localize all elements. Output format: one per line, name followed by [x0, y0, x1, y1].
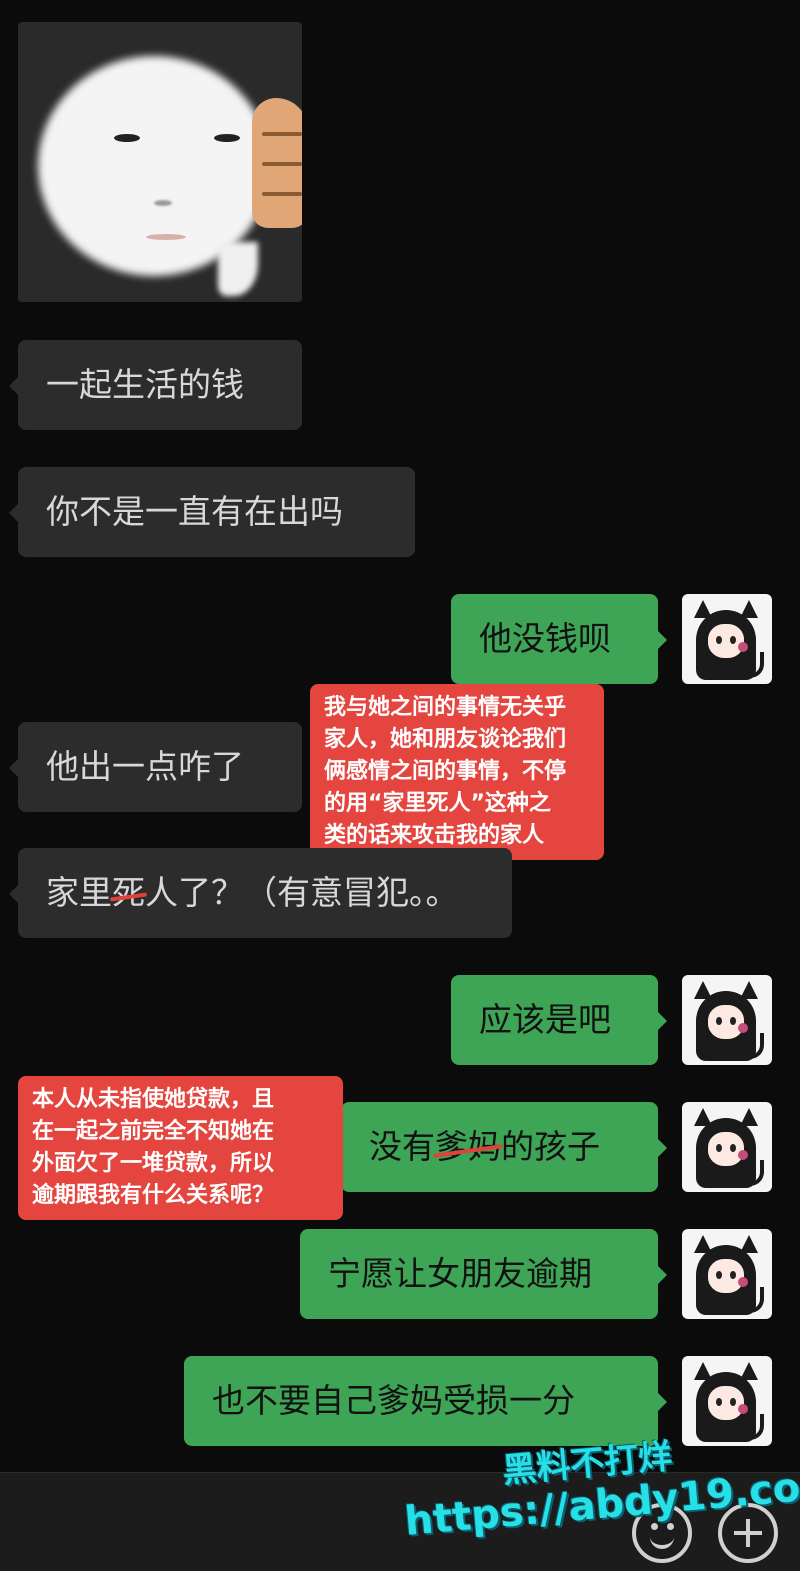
plus-bar-vertical — [746, 1519, 750, 1547]
message-text: 你不是一直有在出吗 — [46, 492, 343, 531]
avatar-cat-tail — [748, 1287, 764, 1313]
avatar-bow — [738, 1404, 748, 1414]
message-text-part: 家里 — [46, 873, 112, 912]
user-avatar[interactable] — [682, 1356, 772, 1446]
note-line: 我与她之间的事情无关乎 — [324, 695, 567, 720]
sticker-eye-right — [214, 134, 240, 142]
user-avatar[interactable] — [682, 1229, 772, 1319]
avatar-face — [708, 1005, 744, 1039]
avatar-cat-tail — [748, 652, 764, 678]
avatar-cat-tail — [748, 1414, 764, 1440]
note-line: 本人从未指使她贷款，且 — [32, 1087, 275, 1112]
message-text: 一起生活的钱 — [46, 365, 244, 404]
annotation-note: 本人从未指使她贷款，且 在一起之前完全不知她在 外面欠了一堆贷款，所以 逾期跟我… — [18, 1076, 343, 1220]
message-text: 也不要自己爹妈受损一分 — [212, 1381, 575, 1420]
avatar-eye — [730, 1271, 736, 1279]
incoming-message[interactable]: 他出一点咋了 — [9, 722, 302, 812]
incoming-message[interactable]: 你不是一直有在出吗 — [9, 467, 415, 557]
avatar-eye — [716, 1398, 722, 1406]
note-line: 家人，她和朋友谈论我们 — [324, 727, 567, 752]
message-text-part: 人了？（有意冒犯。。 — [145, 873, 459, 912]
avatar-eye — [730, 1398, 736, 1406]
sticker-eye-left — [114, 134, 140, 142]
sticker-bubble-tail — [218, 242, 258, 296]
avatar-bow — [738, 1150, 748, 1160]
avatar-face — [708, 1386, 744, 1420]
avatar-eye — [730, 1017, 736, 1025]
avatar-face — [708, 1259, 744, 1293]
avatar-eye — [730, 1144, 736, 1152]
note-line: 外面欠了一堆贷款，所以 — [32, 1151, 275, 1176]
note-line: 逾期跟我有什么关系呢？ — [32, 1183, 275, 1208]
message-text: 他没钱呗 — [479, 619, 611, 658]
annotation-note: 我与她之间的事情无关乎 家人，她和朋友谈论我们 俩感情之间的事情，不停 的用“家… — [310, 684, 604, 860]
avatar-cat-tail — [748, 1160, 764, 1186]
note-line: 俩感情之间的事情，不停 — [324, 759, 567, 784]
message-text: 他出一点咋了 — [46, 747, 244, 786]
struck-text: 爹妈 — [435, 1102, 501, 1192]
avatar-face — [708, 624, 744, 658]
sticker-finger-line — [262, 192, 302, 196]
message-text-part: 没有 — [369, 1127, 435, 1166]
note-line: 的用“家里死人”这种之 — [324, 791, 551, 816]
message-text: 应该是吧 — [479, 1000, 611, 1039]
incoming-message[interactable]: 家里死人了？（有意冒犯。。 — [9, 848, 512, 938]
avatar-eye — [716, 636, 722, 644]
sticker-nose — [154, 200, 172, 206]
user-avatar[interactable] — [682, 1102, 772, 1192]
outgoing-message[interactable]: 他没钱呗 — [451, 594, 667, 684]
outgoing-message[interactable]: 没有爹妈的孩子 — [341, 1102, 667, 1192]
avatar-bow — [738, 1023, 748, 1033]
user-avatar[interactable] — [682, 975, 772, 1065]
avatar-face — [708, 1132, 744, 1166]
sticker-mouth — [146, 234, 186, 240]
struck-text: 死 — [112, 848, 145, 938]
incoming-message[interactable]: 一起生活的钱 — [9, 340, 302, 430]
avatar-bow — [738, 642, 748, 652]
outgoing-message[interactable]: 应该是吧 — [451, 975, 667, 1065]
message-text: 宁愿让女朋友逾期 — [328, 1254, 592, 1293]
note-line: 在一起之前完全不知她在 — [32, 1119, 275, 1144]
emoji-eye — [651, 1523, 658, 1530]
avatar-eye — [730, 636, 736, 644]
message-text-part: 的孩子 — [501, 1127, 600, 1166]
sticker-finger-line — [262, 162, 302, 166]
user-avatar[interactable] — [682, 594, 772, 684]
outgoing-message[interactable]: 宁愿让女朋友逾期 — [300, 1229, 667, 1319]
avatar-eye — [716, 1017, 722, 1025]
sticker-finger-line — [262, 132, 302, 136]
avatar-cat-tail — [748, 1033, 764, 1059]
meme-face-sticker[interactable] — [18, 22, 302, 302]
avatar-eye — [716, 1144, 722, 1152]
emoji-mouth — [650, 1535, 674, 1549]
avatar-bow — [738, 1277, 748, 1287]
emoji-eye — [667, 1523, 674, 1530]
outgoing-message[interactable]: 也不要自己爹妈受损一分 — [184, 1356, 667, 1446]
avatar-eye — [716, 1271, 722, 1279]
